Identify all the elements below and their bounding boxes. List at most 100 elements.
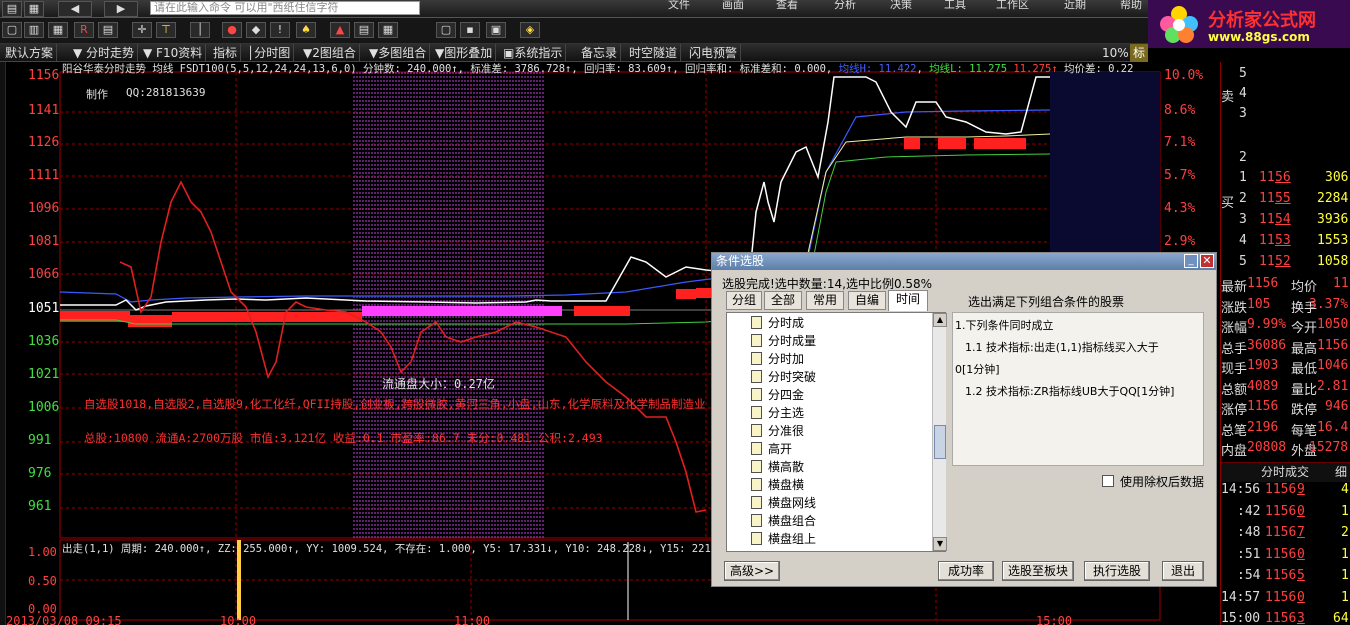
execute-select-button[interactable]: 执行选股 <box>1084 561 1150 581</box>
multi-chart-button[interactable]: ▼多图组合 <box>366 44 431 62</box>
time-tunnel-button[interactable]: 时空隧道 <box>626 44 682 62</box>
scroll-down-icon[interactable]: ▼ <box>933 537 947 551</box>
avg-diff-value: 均价差: 0.22 <box>1063 63 1134 75</box>
move-icon[interactable]: ✛ <box>132 22 152 38</box>
logo-url[interactable]: www.88gs.com <box>1208 30 1310 44</box>
kline-icon[interactable]: ▥ <box>24 22 44 38</box>
signal-icon[interactable]: ● <box>222 22 242 38</box>
menu-workspace[interactable]: 工作区 <box>996 0 1029 10</box>
indicator-line-red <box>119 180 707 513</box>
scroll-up-icon[interactable]: ▲ <box>933 313 947 327</box>
help-icon[interactable]: ◈ <box>520 22 540 38</box>
scroll-thumb[interactable] <box>934 425 946 459</box>
advanced-button[interactable]: 高级>> <box>724 561 780 581</box>
trade-time: :48 <box>1237 525 1261 540</box>
trade-price: 1156 <box>1265 482 1297 497</box>
function-toolbar: 默认方案 ▼ 分时走势 ▼ F10资料 指标 │分时图 ▼2图组合 ▼多图组合 … <box>0 44 1148 62</box>
intraday-button[interactable]: ▼ 分时走势 <box>70 44 139 62</box>
system-signal-button[interactable]: ▣系统指示 <box>500 44 567 62</box>
exit-button[interactable]: 退出 <box>1162 561 1204 581</box>
tree-item[interactable]: 分时突破 <box>751 368 816 386</box>
tab-common[interactable]: 常用 <box>806 291 844 310</box>
mark-button[interactable]: 标 <box>1130 44 1148 62</box>
open-icon[interactable]: ▢ <box>2 22 22 38</box>
tab-group[interactable]: 分组 <box>726 291 762 310</box>
menu-file[interactable]: 文件 <box>668 0 690 10</box>
tree-item[interactable]: 分时加 <box>751 350 804 368</box>
warning-icon[interactable]: ! <box>270 22 290 38</box>
tree-item[interactable]: 分时成量 <box>751 332 816 350</box>
menu-view[interactable]: 查看 <box>776 0 798 10</box>
flash-alert-button[interactable]: 闪电预警 <box>686 44 742 62</box>
menu-screen[interactable]: 画面 <box>722 0 744 10</box>
tab-custom[interactable]: 自编 <box>848 291 886 310</box>
memo-button[interactable]: 备忘录 <box>578 44 622 62</box>
intraday-chart-button[interactable]: │分时图 <box>244 44 295 62</box>
grid-icon[interactable]: ▦ <box>48 22 68 38</box>
success-rate-button[interactable]: 成功率 <box>938 561 994 581</box>
menu-help[interactable]: 帮助 <box>1120 0 1142 10</box>
select-to-block-button[interactable]: 选股至板块 <box>1002 561 1074 581</box>
adjusted-data-checkbox[interactable] <box>1102 475 1114 487</box>
menu-decision[interactable]: 决策 <box>890 0 912 10</box>
icon-toolbar: ▢ ▥ ▦ R ▤ ✛ ⊤ │ ● ◆ ! ♠ ▲ ▤ ▦ ▢ ▪ ▣ ◈ <box>0 18 1148 44</box>
ruler-icon[interactable]: │ <box>190 22 210 38</box>
multi-icon[interactable]: ▤ <box>98 22 118 38</box>
window-icon[interactable]: ▢ <box>436 22 456 38</box>
indicator-button[interactable]: 指标 <box>210 44 242 62</box>
tree-item[interactable]: 分四金 <box>751 386 804 404</box>
forward-icon[interactable]: ▶ <box>104 1 138 17</box>
menu-tools[interactable]: 工具 <box>944 0 966 10</box>
bell-icon[interactable]: ♠ <box>296 22 316 38</box>
document-icon <box>751 442 762 455</box>
box-icon[interactable]: ▣ <box>486 22 506 38</box>
tree-item[interactable]: 高开 <box>751 440 792 458</box>
tab-all[interactable]: 全部 <box>764 291 802 310</box>
trade-volume: 1 <box>1341 568 1349 583</box>
formula-tree[interactable]: 分时成 分时成量 分时加 分时突破 分四金 分主选 分准很 高开 横高散 横盘横 横盘网线 横盘组合横… <box>726 312 947 552</box>
tree-item[interactable]: 横盘网线 <box>751 494 816 512</box>
compare-icon[interactable]: ▤ <box>354 22 374 38</box>
draw-icon[interactable]: ⊤ <box>156 22 176 38</box>
volume-block <box>938 138 966 149</box>
table-icon[interactable]: ▦ <box>378 22 398 38</box>
tree-item[interactable]: 横盘组合 <box>751 512 816 530</box>
tree-scrollbar[interactable]: ▲ ▼ <box>932 313 947 551</box>
stat-row: 涨跌 105 换手 3.37% <box>1221 297 1350 317</box>
back-icon[interactable]: ◀ <box>58 1 92 17</box>
two-chart-button[interactable]: ▼2图组合 <box>300 44 360 62</box>
trade-price: 1156 <box>1265 568 1297 583</box>
f10-button[interactable]: ▼ F10资料 <box>140 44 207 62</box>
diamond-icon[interactable]: ◆ <box>246 22 266 38</box>
stat-value: 2.81 <box>1317 378 1349 394</box>
minimize-icon[interactable]: _ <box>1184 254 1198 268</box>
chart-icon[interactable]: ▦ <box>24 1 44 17</box>
trades-detail[interactable]: 细 <box>1335 463 1347 480</box>
tree-item[interactable]: 分时成 <box>751 314 804 332</box>
zoom-level: 10% <box>1102 46 1129 60</box>
tree-item[interactable]: 分主选 <box>751 404 804 422</box>
tree-item[interactable]: 横高散 <box>751 458 804 476</box>
condition-line: 0[1分钟] <box>955 363 1000 376</box>
tree-item[interactable]: 分准很 <box>751 422 804 440</box>
overlay-button[interactable]: ▼图形叠加 <box>432 44 497 62</box>
tree-item[interactable]: 横盘组上 <box>751 530 816 548</box>
buy-row: 1 11 56 306 <box>1221 170 1350 190</box>
stat-value: 4089 <box>1247 378 1279 394</box>
rsi-icon[interactable]: R <box>74 22 94 38</box>
trade-row: :51 1156 0 1 <box>1221 547 1350 567</box>
tree-item[interactable]: 横盘横 <box>751 476 804 494</box>
folder-icon[interactable]: ▤ <box>2 1 22 17</box>
comment-icon[interactable]: ▪ <box>460 22 480 38</box>
menu-recent[interactable]: 近期 <box>1064 0 1086 10</box>
flag-icon[interactable]: ▲ <box>330 22 350 38</box>
scheme-dropdown[interactable]: 默认方案 <box>2 44 58 62</box>
stat-value: 105 <box>1247 296 1271 312</box>
volume-block-magenta <box>362 306 562 316</box>
tab-time[interactable]: 时间 <box>888 290 928 311</box>
document-icon <box>751 532 762 545</box>
search-input[interactable]: 请在此输入命令 可以用"西纸住信字符 <box>150 1 420 15</box>
volume-block <box>128 315 172 327</box>
menu-analysis[interactable]: 分析 <box>834 0 856 10</box>
close-icon[interactable]: ✕ <box>1200 254 1214 268</box>
